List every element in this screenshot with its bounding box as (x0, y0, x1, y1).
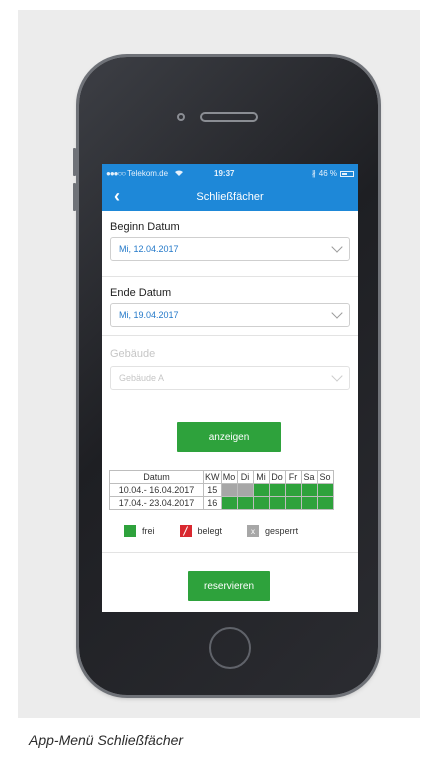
signal-strength: ●●●○○ (106, 169, 126, 178)
gesperrt-swatch: x (247, 525, 260, 537)
begin-date-section: Beginn Datum Mi, 12.04.2017 (102, 211, 358, 261)
day-cell[interactable] (300, 483, 318, 497)
navigation-bar: ‹ Schließfächer (102, 183, 358, 211)
end-date-label: Ende Datum (110, 287, 172, 299)
figure-caption: App-Menü Schließfächer (29, 732, 184, 748)
day-cell[interactable] (236, 483, 254, 497)
legend-gesperrt: x gesperrt (247, 525, 298, 537)
day-cell[interactable] (300, 496, 318, 510)
day-cell[interactable] (220, 496, 238, 510)
col-header-so: So (316, 470, 334, 484)
day-cell[interactable] (252, 483, 270, 497)
begin-date-value: Mi, 12.04.2017 (119, 244, 179, 254)
day-cell[interactable] (284, 496, 302, 510)
mute-switch (73, 148, 76, 176)
wifi-icon (174, 169, 184, 179)
front-camera (177, 113, 185, 121)
carrier-name: Telekom.de (127, 169, 169, 178)
legend-belegt-label: belegt (197, 526, 223, 536)
legend: frei belegt x gesperrt (124, 525, 323, 537)
day-cell[interactable] (284, 483, 302, 497)
legend-frei: frei (124, 525, 155, 537)
divider (102, 552, 358, 553)
col-header-mo: Mo (220, 470, 238, 484)
legend-frei-label: frei (142, 526, 155, 536)
volume-button (73, 183, 76, 211)
building-label: Gebäude (110, 348, 156, 360)
col-header-mi: Mi (252, 470, 270, 484)
status-bar: ●●●○○ Telekom.de 19:37 ∦ 46 % (102, 164, 358, 183)
row-date: 10.04.- 16.04.2017 (109, 483, 204, 497)
begin-date-select[interactable]: Mi, 12.04.2017 (110, 237, 350, 261)
row-kw: 16 (203, 496, 222, 510)
row-date: 17.04.- 23.04.2017 (109, 496, 204, 510)
day-cell[interactable] (252, 496, 270, 510)
reserve-button[interactable]: reservieren (188, 571, 270, 601)
home-button[interactable] (209, 627, 251, 669)
col-header-do: Do (268, 470, 286, 484)
day-cell[interactable] (316, 496, 334, 510)
col-header-sa: Sa (300, 470, 318, 484)
battery-icon (340, 170, 354, 177)
end-date-select[interactable]: Mi, 19.04.2017 (110, 303, 350, 327)
back-button[interactable]: ‹ (114, 186, 120, 207)
clock: 19:37 (214, 169, 235, 178)
day-cell[interactable] (268, 496, 286, 510)
chevron-down-icon (331, 241, 343, 253)
legend-gesperrt-label: gesperrt (265, 526, 299, 536)
end-date-value: Mi, 19.04.2017 (119, 310, 179, 320)
building-select[interactable]: Gebäude A (110, 366, 350, 390)
day-cell[interactable] (316, 483, 334, 497)
chevron-down-icon (331, 307, 343, 319)
col-header-di: Di (236, 470, 254, 484)
bluetooth-icon: ∦ (311, 169, 316, 178)
table-row: 10.04.- 16.04.2017 15 (109, 483, 334, 497)
row-kw: 15 (203, 483, 222, 497)
app-screen: ●●●○○ Telekom.de 19:37 ∦ 46 % ‹ Schließf… (102, 164, 358, 612)
col-header-date: Datum (109, 470, 204, 484)
chevron-down-icon (331, 370, 343, 382)
building-section: Gebäude Gebäude A (102, 336, 358, 390)
day-cell[interactable] (236, 496, 254, 510)
end-date-section: Ende Datum Mi, 19.04.2017 (102, 277, 358, 327)
col-header-fr: Fr (284, 470, 302, 484)
building-value: Gebäude A (119, 373, 165, 383)
table-header-row: Datum KW Mo Di Mi Do Fr Sa So (109, 470, 334, 484)
legend-belegt: belegt (179, 525, 223, 537)
belegt-swatch (179, 525, 192, 537)
day-cell[interactable] (268, 483, 286, 497)
col-header-kw: KW (203, 470, 222, 484)
begin-date-label: Beginn Datum (110, 221, 180, 233)
show-button[interactable]: anzeigen (177, 422, 281, 452)
battery-percent: 46 % (318, 169, 337, 178)
page-title: Schließfächer (196, 191, 264, 203)
table-row: 17.04.- 23.04.2017 16 (109, 496, 334, 510)
status-right: ∦ 46 % (312, 169, 354, 178)
frei-swatch (124, 525, 136, 537)
earpiece-speaker (200, 112, 258, 122)
availability-table: Datum KW Mo Di Mi Do Fr Sa So 10.04.- 16… (109, 470, 334, 510)
day-cell[interactable] (220, 483, 238, 497)
